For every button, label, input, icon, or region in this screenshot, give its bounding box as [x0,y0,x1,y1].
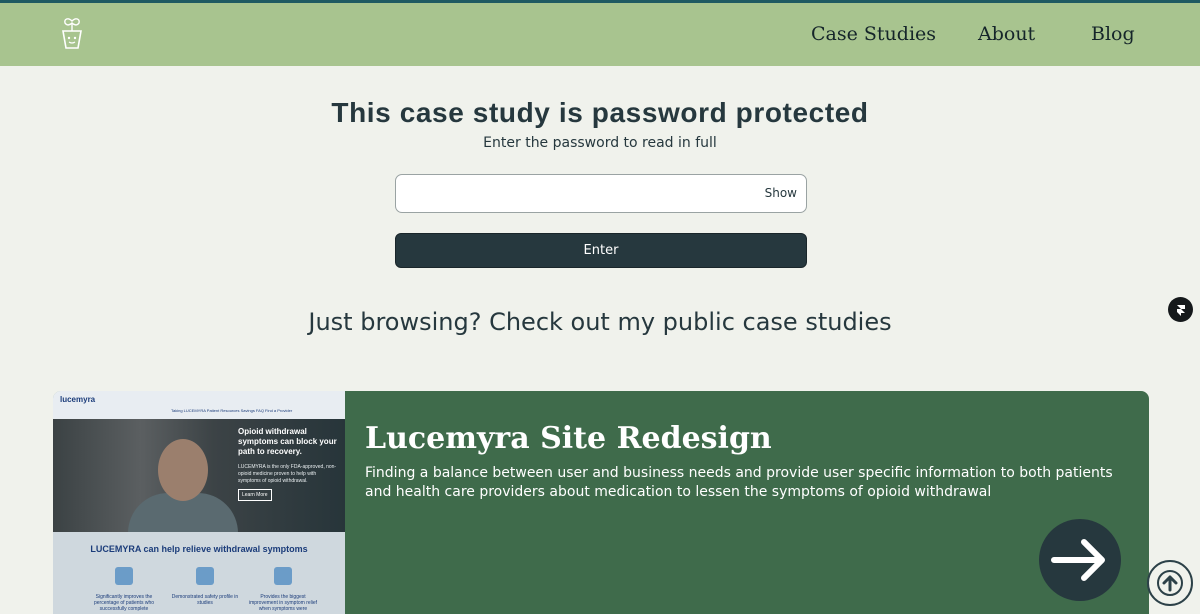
thumbnail-logo: lucemyra [60,395,96,404]
case-study-title[interactable]: Lucemyra Site Redesign [365,421,772,456]
framer-icon[interactable] [1168,297,1193,322]
thumbnail-feature-label: Provides the biggest improvement in symp… [248,594,318,612]
thumbnail-hero-body: LUCEMYRA is the only FDA-approved, non-o… [238,464,337,484]
thumbnail-feature-label: Significantly improves the percentage of… [93,594,155,612]
arrow-up-icon[interactable] [1147,560,1193,606]
password-field: Show [395,174,807,213]
arrow-right-icon[interactable] [1039,519,1121,601]
case-study-card[interactable]: lucemyra Taking LUCEMYRA Patient Resourc… [53,391,1149,614]
password-input[interactable] [404,181,744,207]
nav-link-case-studies[interactable]: Case Studies [811,23,936,45]
thumbnail-hero: Opioid withdrawal symptoms can block you… [53,419,345,543]
plant-pot-icon[interactable] [58,17,86,51]
enter-button[interactable]: Enter [395,233,807,268]
thumbnail-feature-label: Demonstrated safety profile in studies [171,594,239,606]
case-study-description: Finding a balance between user and busin… [365,465,1113,500]
page-title: This case study is password protected [331,97,869,128]
thumbnail-learn-button: Learn More [238,489,272,501]
thumbnail-feature-icon [196,567,214,585]
thumbnail-band: LUCEMYRA can help relieve withdrawal sym… [53,532,345,614]
thumbnail-hero-title: Opioid withdrawal symptoms can block you… [238,427,337,456]
nav-link-about[interactable]: About [978,23,1035,45]
thumbnail-feature-icon [274,567,292,585]
case-study-thumbnail: lucemyra Taking LUCEMYRA Patient Resourc… [53,391,345,614]
thumbnail-person-face [158,439,208,501]
browse-heading: Just browsing? Check out my public case … [308,308,892,336]
thumbnail-band-title: LUCEMYRA can help relieve withdrawal sym… [90,544,308,554]
navbar: Case Studies About Blog [0,3,1200,66]
thumbnail-feature-icon [115,567,133,585]
page-subtitle: Enter the password to read in full [483,135,717,151]
show-password-toggle[interactable]: Show [765,186,797,200]
thumbnail-nav: Taking LUCEMYRA Patient Resources Saving… [171,408,293,413]
thumbnail-header: lucemyra Taking LUCEMYRA Patient Resourc… [53,391,345,419]
nav-link-blog[interactable]: Blog [1091,23,1135,45]
